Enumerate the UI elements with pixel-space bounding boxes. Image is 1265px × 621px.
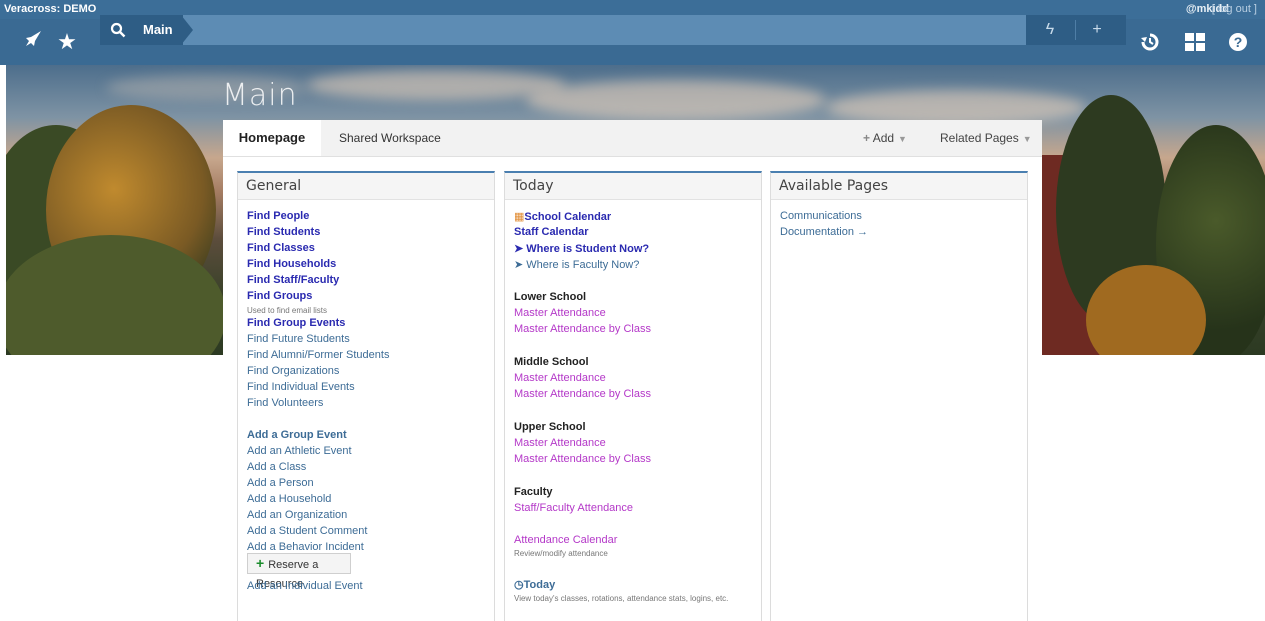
- bolt-icon[interactable]: ϟ: [1030, 15, 1070, 45]
- school-calendar-link[interactable]: ▦School Calendar: [514, 210, 611, 223]
- add-athletic-event-link[interactable]: Add an Athletic Event: [247, 445, 352, 457]
- grid-icon[interactable]: [1175, 19, 1215, 65]
- svg-text:?: ?: [1234, 34, 1243, 50]
- find-alumni-link[interactable]: Find Alumni/Former Students: [247, 349, 389, 361]
- general-column: General Find People Find Students Find C…: [237, 171, 495, 621]
- attendance-calendar-link[interactable]: Attendance Calendar: [514, 534, 617, 546]
- add-behavior-incident-link[interactable]: Add a Behavior Incident: [247, 541, 364, 553]
- lower-school-heading: Lower School: [514, 291, 587, 303]
- find-groups-description: Used to find email lists: [247, 306, 328, 315]
- chevron-down-icon: ▼: [1022, 134, 1032, 144]
- staff-calendar-link[interactable]: Staff Calendar: [514, 226, 589, 238]
- find-households-link[interactable]: Find Households: [247, 258, 336, 270]
- app-title: Veracross: DEMO: [4, 3, 97, 15]
- available-pages-column: Available Pages Communications Documenta…: [770, 171, 1028, 621]
- documentation-link[interactable]: Documentation →: [780, 226, 868, 238]
- clock-icon: ◷: [514, 579, 524, 591]
- add-organization-link[interactable]: Add an Organization: [247, 509, 347, 521]
- where-faculty-link[interactable]: ➤ Where is Faculty Now?: [514, 258, 639, 271]
- find-organizations-link[interactable]: Find Organizations: [247, 365, 339, 377]
- where-student-link[interactable]: ➤ Where is Student Now?: [514, 242, 649, 255]
- today-label: Today: [523, 579, 556, 591]
- middle-master-attendance-class-link[interactable]: Master Attendance by Class: [514, 388, 651, 400]
- breadcrumb-main[interactable]: Main: [135, 15, 183, 45]
- find-individual-events-link[interactable]: Find Individual Events: [247, 381, 355, 393]
- find-classes-link[interactable]: Find Classes: [247, 242, 315, 254]
- reserve-resource-button[interactable]: + Reserve a Resource: [247, 553, 351, 590]
- find-volunteers-link[interactable]: Find Volunteers: [247, 397, 323, 409]
- related-pages-dropdown[interactable]: Related Pages ▼: [940, 120, 1032, 156]
- add-label: Add: [872, 131, 895, 145]
- add-individual-event-link[interactable]: Add an Individual Event: [247, 580, 363, 592]
- add-class-link[interactable]: Add a Class: [247, 461, 306, 473]
- breadcrumb-bar: [100, 15, 1026, 45]
- tab-shared-workspace[interactable]: Shared Workspace: [339, 120, 441, 156]
- today-column: Today ▦School Calendar Staff Calendar ➤ …: [504, 171, 762, 621]
- lower-master-attendance-class-link[interactable]: Master Attendance by Class: [514, 323, 651, 335]
- today-link[interactable]: ◷Today: [514, 578, 555, 591]
- where-faculty-label: Where is Faculty Now?: [526, 259, 640, 271]
- add-group-event-link[interactable]: Add a Group Event: [247, 429, 347, 441]
- find-staff-faculty-link[interactable]: Find Staff/Faculty: [247, 274, 339, 286]
- lower-master-attendance-link[interactable]: Master Attendance: [514, 307, 606, 319]
- main-panel: Homepage Shared Workspace + Add ▼ Related…: [223, 120, 1042, 621]
- breadcrumb-arrow: [181, 15, 193, 45]
- chevron-down-icon: ▼: [898, 134, 907, 144]
- today-description: View today's classes, rotations, attenda…: [514, 594, 729, 603]
- plus-icon[interactable]: +: [1077, 15, 1117, 45]
- upper-master-attendance-class-link[interactable]: Master Attendance by Class: [514, 453, 651, 465]
- location-arrow-icon: ➤: [514, 259, 524, 271]
- school-calendar-label: School Calendar: [524, 211, 612, 223]
- related-label: Related Pages: [940, 131, 1019, 145]
- plus-icon: +: [256, 555, 265, 571]
- logout-link[interactable]: [ log out ]: [1212, 3, 1257, 15]
- add-dropdown[interactable]: + Add ▼: [863, 120, 907, 156]
- find-future-students-link[interactable]: Find Future Students: [247, 333, 350, 345]
- staff-faculty-attendance-link[interactable]: Staff/Faculty Attendance: [514, 502, 633, 514]
- tab-bar: Homepage Shared Workspace + Add ▼ Related…: [223, 120, 1042, 157]
- where-student-label: Where is Student Now?: [526, 243, 650, 255]
- location-arrow-icon: ➤: [514, 243, 524, 255]
- calendar-icon: ▦: [514, 211, 525, 223]
- tab-homepage[interactable]: Homepage: [223, 120, 321, 156]
- rocket-icon[interactable]: [14, 19, 52, 65]
- add-plus-icon: +: [863, 131, 871, 145]
- find-students-link[interactable]: Find Students: [247, 226, 320, 238]
- middle-school-heading: Middle School: [514, 356, 589, 368]
- upper-school-heading: Upper School: [514, 421, 586, 433]
- divider: [1075, 20, 1076, 40]
- find-group-events-link[interactable]: Find Group Events: [247, 317, 345, 329]
- attendance-calendar-description: Review/modify attendance: [514, 549, 608, 558]
- star-icon[interactable]: ★: [48, 19, 86, 65]
- find-people-link[interactable]: Find People: [247, 210, 309, 222]
- add-student-comment-link[interactable]: Add a Student Comment: [247, 525, 367, 537]
- available-pages-heading: Available Pages: [771, 173, 1027, 200]
- page-title: Main: [222, 78, 298, 113]
- find-groups-link[interactable]: Find Groups: [247, 290, 312, 302]
- general-heading: General: [238, 173, 494, 200]
- add-person-link[interactable]: Add a Person: [247, 477, 314, 489]
- upper-master-attendance-link[interactable]: Master Attendance: [514, 437, 606, 449]
- today-heading: Today: [505, 173, 761, 200]
- help-icon[interactable]: ?: [1218, 19, 1258, 65]
- middle-master-attendance-link[interactable]: Master Attendance: [514, 372, 606, 384]
- add-household-link[interactable]: Add a Household: [247, 493, 331, 505]
- faculty-heading: Faculty: [514, 486, 553, 498]
- search-icon[interactable]: [100, 15, 135, 45]
- history-icon[interactable]: [1130, 19, 1170, 65]
- communications-link[interactable]: Communications: [780, 210, 862, 222]
